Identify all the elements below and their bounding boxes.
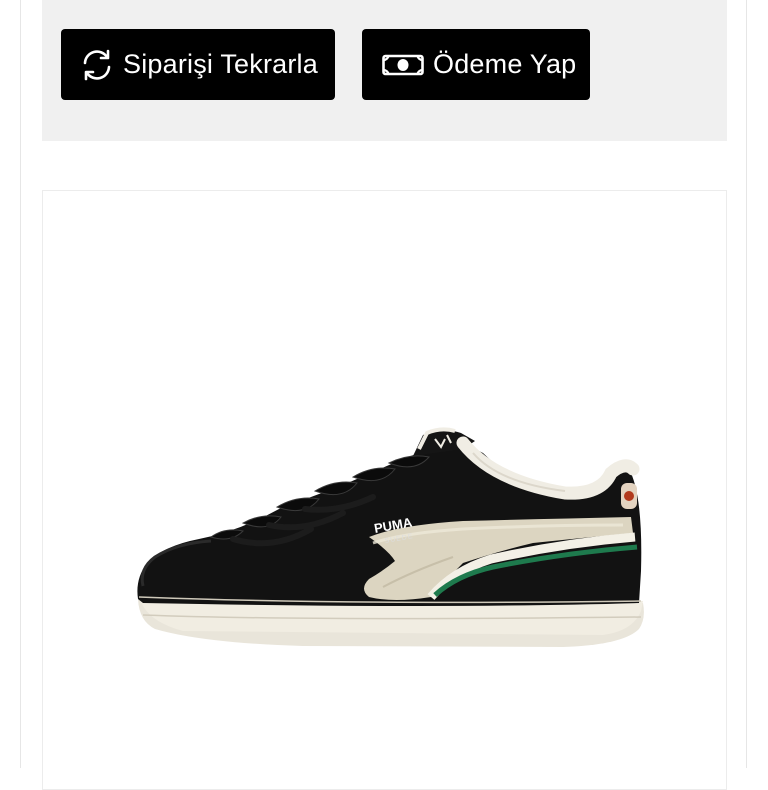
product-image: PUMA SUEDE — [137, 427, 644, 647]
pay-button-label: Ödeme Yap — [433, 49, 577, 79]
page-border-left — [20, 0, 21, 768]
page-border-right — [746, 0, 747, 768]
pay-button[interactable]: Ödeme Yap — [362, 29, 590, 100]
reorder-button[interactable]: Siparişi Tekrarla — [61, 29, 335, 100]
reorder-button-label: Siparişi Tekrarla — [123, 49, 318, 79]
cash-icon — [382, 52, 424, 78]
product-card[interactable]: PUMA SUEDE — [42, 190, 727, 790]
refresh-icon — [80, 48, 114, 82]
